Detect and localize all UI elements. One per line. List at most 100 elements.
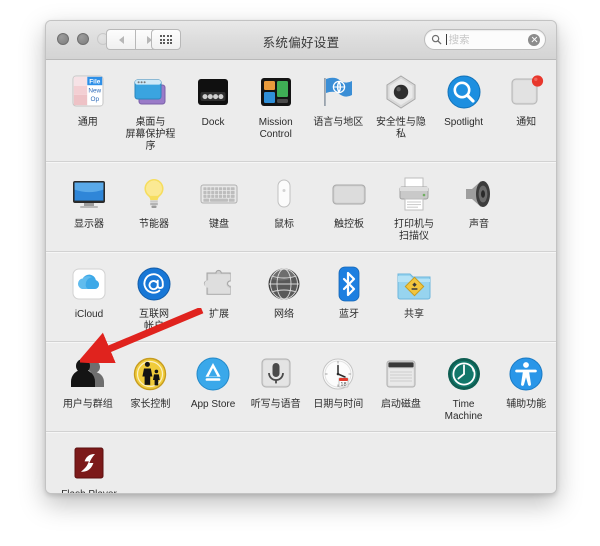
back-button[interactable] xyxy=(106,29,135,50)
pref-item-mouse[interactable]: 鼠标 xyxy=(253,174,315,243)
pref-item-accessibility[interactable]: 辅助功能 xyxy=(496,354,556,423)
pref-item-desktop-screensaver[interactable]: 桌面与 屏幕保护程序 xyxy=(121,72,181,153)
internet-accounts-icon xyxy=(134,264,174,304)
pref-item-label: 扩展 xyxy=(209,309,229,320)
window-titlebar: 系统偏好设置 xyxy=(46,21,556,60)
startup-disk-icon xyxy=(381,354,421,394)
clear-search-icon[interactable] xyxy=(528,33,540,46)
dictation-speech-icon xyxy=(256,354,296,394)
flash-player-icon xyxy=(69,444,109,484)
general-icon: File New Op xyxy=(68,72,108,112)
pref-item-startup-disk[interactable]: 启动磁盘 xyxy=(371,354,431,423)
pref-item-extensions[interactable]: 扩展 xyxy=(188,264,250,333)
system-preferences-window: 系统偏好设置 File New Op 通用 xyxy=(45,20,557,494)
mouse-icon xyxy=(264,174,304,214)
pref-item-printers-scanners[interactable]: 打印机与 扫描仪 xyxy=(383,174,445,243)
search-input[interactable] xyxy=(446,33,528,46)
pref-item-trackpad[interactable]: 触控板 xyxy=(318,174,380,243)
svg-text:File: File xyxy=(89,79,100,86)
network-icon xyxy=(264,264,304,304)
extensions-icon xyxy=(199,264,239,304)
pref-item-label: iCloud xyxy=(74,309,104,320)
pref-item-network[interactable]: 网络 xyxy=(253,264,315,333)
pref-item-label: 家长控制 xyxy=(130,399,171,410)
pref-item-notifications[interactable]: 通知 xyxy=(496,72,556,153)
pref-item-dock[interactable]: Dock xyxy=(183,72,243,153)
pref-item-label: 网络 xyxy=(274,309,294,320)
pref-item-label: 显示器 xyxy=(74,219,104,230)
pref-item-label: 触控板 xyxy=(334,219,364,230)
keyboard-icon xyxy=(199,174,239,214)
displays-icon xyxy=(69,174,109,214)
pref-item-label: Flash Player xyxy=(61,489,117,493)
pref-item-label: Time Machine xyxy=(444,399,483,422)
pref-item-mission-control[interactable]: Mission Control xyxy=(246,72,306,153)
pref-item-label: 用户与群组 xyxy=(62,399,113,410)
pref-item-label: 桌面与 屏幕保护程序 xyxy=(125,117,176,152)
pref-item-language-region[interactable]: 语言与地区 xyxy=(309,72,369,153)
pref-item-label: 互联网 帐户 xyxy=(139,309,169,332)
parental-controls-icon xyxy=(130,354,170,394)
pref-item-parental-controls[interactable]: 家长控制 xyxy=(121,354,181,423)
chevron-left-icon xyxy=(118,35,124,44)
pref-row-personal: File New Op 通用 桌面与 屏幕保护程序 Dock Mission C… xyxy=(46,60,556,162)
pref-item-users-groups[interactable]: 用户与群组 xyxy=(58,354,118,423)
pref-item-label: 语言与地区 xyxy=(313,117,364,128)
show-all-button[interactable] xyxy=(151,29,181,50)
svg-text:18: 18 xyxy=(341,382,347,388)
search-icon xyxy=(431,34,442,45)
pref-item-security-privacy[interactable]: 安全性与隐私 xyxy=(371,72,431,153)
pref-item-spotlight[interactable]: Spotlight xyxy=(434,72,494,153)
pref-row-hardware: 显示器 节能器 键盘 鼠标 触控板 打印机与 扫描仪 声音 xyxy=(46,162,556,252)
pref-item-energy-saver[interactable]: 节能器 xyxy=(123,174,185,243)
pref-item-time-machine[interactable]: Time Machine xyxy=(434,354,494,423)
pref-item-keyboard[interactable]: 键盘 xyxy=(188,174,250,243)
mission-control-icon xyxy=(256,72,296,112)
pref-item-date-time[interactable]: 18 日期与时间 xyxy=(309,354,369,423)
accessibility-icon xyxy=(506,354,546,394)
search-field[interactable] xyxy=(424,29,546,50)
security-privacy-icon xyxy=(381,72,421,112)
sharing-icon xyxy=(394,264,434,304)
time-machine-icon xyxy=(444,354,484,394)
pref-item-flash-player[interactable]: Flash Player xyxy=(58,444,120,493)
close-button[interactable] xyxy=(57,33,69,45)
desktop-screensaver-icon xyxy=(130,72,170,112)
preferences-grid: File New Op 通用 桌面与 屏幕保护程序 Dock Mission C… xyxy=(46,60,556,493)
pref-row-other: Flash Player xyxy=(46,432,556,493)
bluetooth-icon xyxy=(329,264,369,304)
pref-item-label: 声音 xyxy=(469,219,489,230)
printers-scanners-icon xyxy=(394,174,434,214)
pref-row-system: 用户与群组 家长控制 App Store 听写与语音 18 日期与时间 启动磁盘… xyxy=(46,342,556,432)
pref-item-label: 鼠标 xyxy=(274,219,294,230)
pref-row-internet-wireless: iCloud 互联网 帐户 扩展 网络 蓝牙 共享 xyxy=(46,252,556,342)
date-time-icon: 18 xyxy=(318,354,358,394)
pref-item-dictation-speech[interactable]: 听写与语音 xyxy=(246,354,306,423)
dock-icon xyxy=(193,72,233,112)
energy-saver-icon xyxy=(134,174,174,214)
pref-item-label: 节能器 xyxy=(139,219,169,230)
pref-item-label: Spotlight xyxy=(444,117,484,128)
notifications-icon xyxy=(506,72,546,112)
icloud-icon xyxy=(69,264,109,304)
pref-item-displays[interactable]: 显示器 xyxy=(58,174,120,243)
pref-item-bluetooth[interactable]: 蓝牙 xyxy=(318,264,380,333)
svg-text:New: New xyxy=(88,87,101,94)
pref-item-label: 打印机与 扫描仪 xyxy=(394,219,434,242)
svg-text:Op: Op xyxy=(90,96,99,103)
pref-item-label: 共享 xyxy=(404,309,424,320)
pref-item-label: 通知 xyxy=(516,117,537,128)
pref-item-sharing[interactable]: 共享 xyxy=(383,264,445,333)
pref-item-internet-accounts[interactable]: 互联网 帐户 xyxy=(123,264,185,333)
pref-item-label: 蓝牙 xyxy=(339,309,359,320)
pref-item-label: 听写与语音 xyxy=(250,399,301,410)
pref-item-sound[interactable]: 声音 xyxy=(448,174,510,243)
pref-item-label: 通用 xyxy=(77,117,98,128)
minimize-button[interactable] xyxy=(77,33,89,45)
app-store-icon xyxy=(193,354,233,394)
grid-icon xyxy=(159,34,173,45)
pref-item-general[interactable]: File New Op 通用 xyxy=(58,72,118,153)
pref-item-app-store[interactable]: App Store xyxy=(183,354,243,423)
pref-item-icloud[interactable]: iCloud xyxy=(58,264,120,333)
language-region-icon xyxy=(318,72,358,112)
